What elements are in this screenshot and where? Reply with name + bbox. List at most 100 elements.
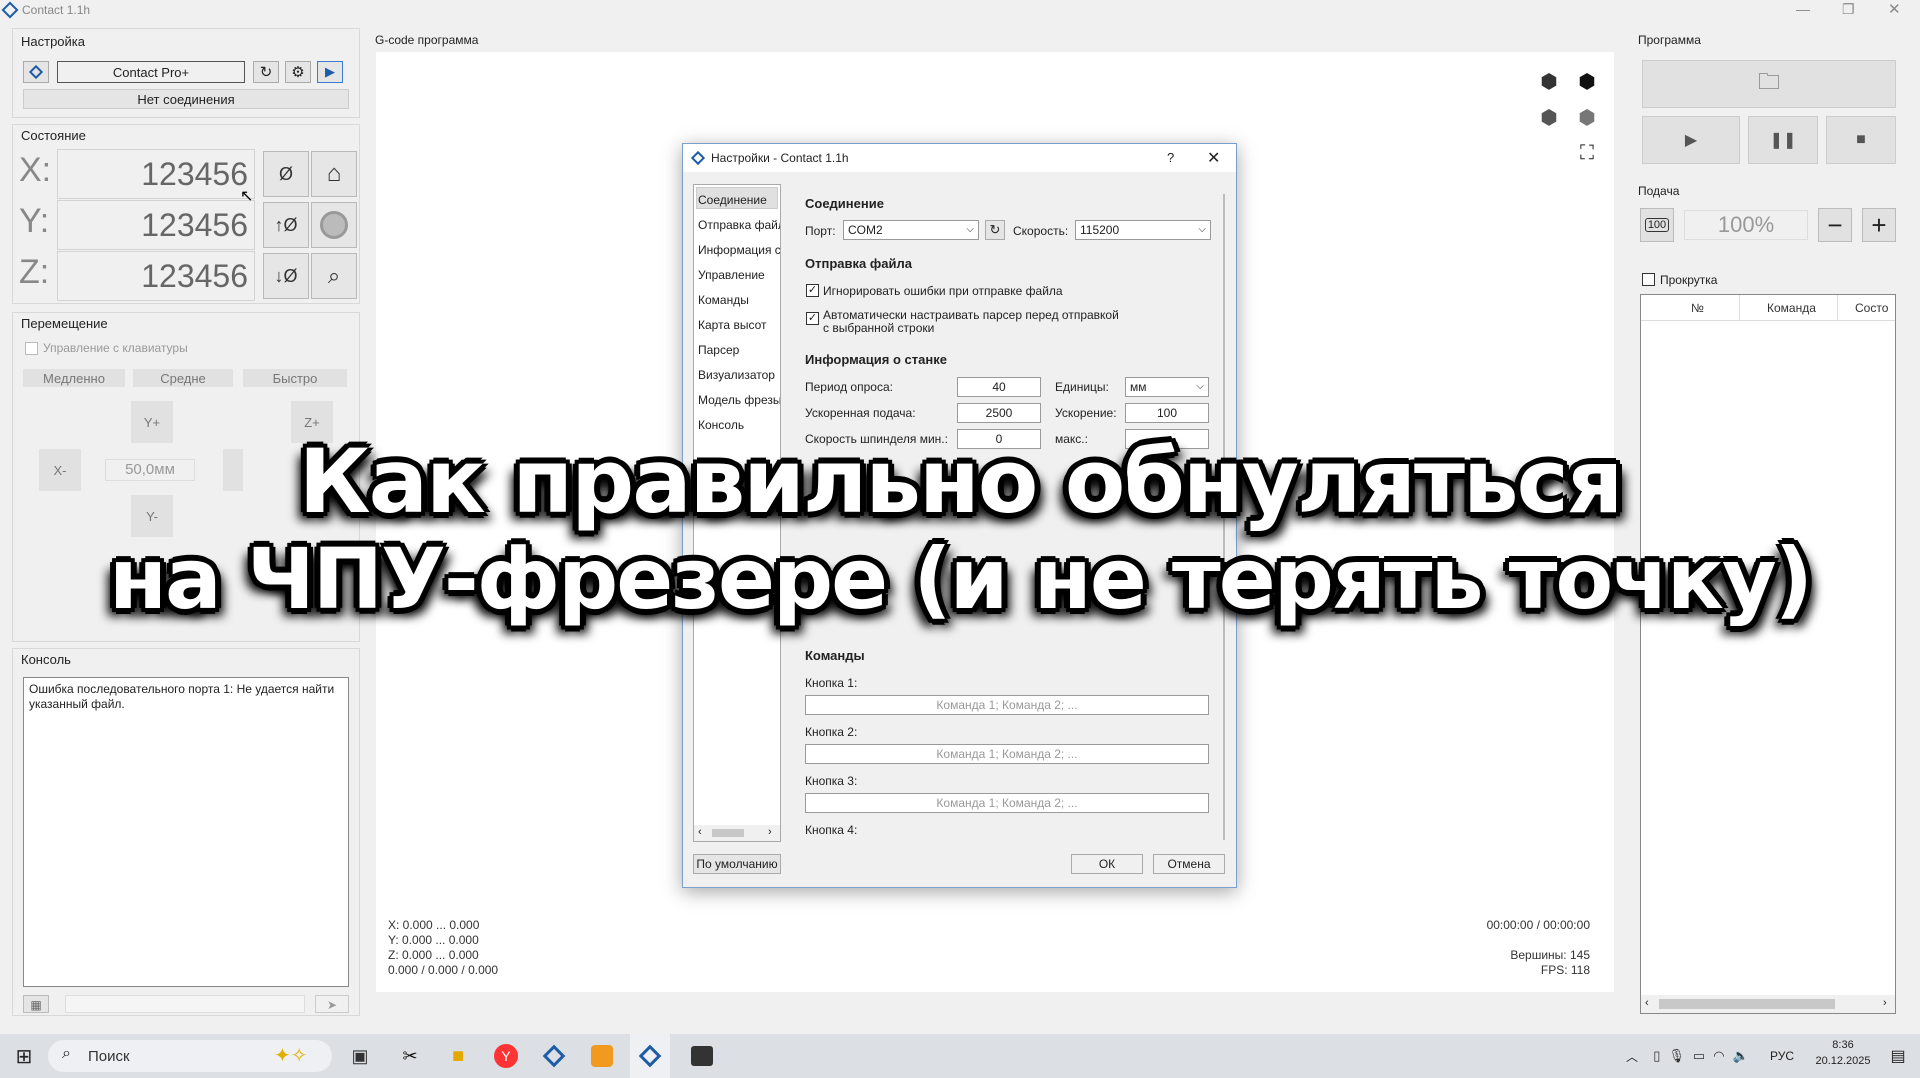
vertices-count: Вершины: 145 <box>1510 948 1590 962</box>
help-icon[interactable]: ? <box>1167 150 1174 165</box>
restore-icon[interactable]: ❐ <box>1842 1 1855 18</box>
refresh-button[interactable]: ↻ <box>253 61 279 83</box>
clear-console-button[interactable]: ▦ <box>23 995 49 1013</box>
phone-icon[interactable]: ▯ <box>1653 1048 1660 1064</box>
close-window-icon[interactable]: ✕ <box>1888 0 1901 18</box>
feed-increase-button[interactable]: + <box>1862 208 1896 242</box>
nav-item-commands[interactable]: Команды <box>698 293 780 307</box>
poll-input[interactable]: 40 <box>957 377 1041 397</box>
speed-select[interactable]: 115200 ⌵ <box>1075 220 1211 240</box>
microphone-icon[interactable]: 🎙 <box>1668 1048 1685 1064</box>
column-state[interactable]: Состо <box>1855 301 1888 315</box>
units-value: мм <box>1130 380 1147 394</box>
button-3-label: Кнопка 3: <box>805 774 858 788</box>
task-view-button[interactable]: ▣ <box>340 1034 380 1078</box>
ok-button[interactable]: ОК <box>1071 854 1143 874</box>
notifications-button[interactable]: ▤ <box>1882 1034 1914 1078</box>
view-iso-button[interactable]: ⬢ <box>1534 66 1564 96</box>
home-button[interactable]: ⌂ <box>311 151 357 197</box>
stop-program-button[interactable]: ■ <box>1826 116 1896 164</box>
scroll-left-icon[interactable]: ‹ <box>1645 997 1649 1009</box>
scroll-left-icon[interactable]: ‹ <box>698 826 702 838</box>
fast-button[interactable]: Быстро <box>243 369 347 387</box>
cube-icon: ⬢ <box>1540 106 1558 129</box>
units-select[interactable]: мм ⌵ <box>1125 377 1209 397</box>
scroll-right-icon[interactable]: › <box>1883 997 1887 1009</box>
refresh-icon: ↻ <box>989 222 1001 237</box>
nav-scrollbar[interactable]: ‹ › <box>694 825 780 841</box>
zero-y-button[interactable]: ↑Ø <box>263 202 309 248</box>
auto-parser-checkbox[interactable]: ✓ <box>806 312 819 325</box>
tray-chevron[interactable]: ︿ <box>1620 1034 1644 1078</box>
windows-icon: ⊞ <box>15 1045 33 1068</box>
stop-button[interactable] <box>311 202 357 248</box>
program-title: Программа <box>1638 33 1701 47</box>
view-left-button[interactable]: ⬢ <box>1572 102 1602 132</box>
contact-logo-icon <box>28 64 44 80</box>
port-select[interactable]: COM2 ⌵ <box>843 220 979 240</box>
scroll-right-icon[interactable]: › <box>768 826 772 838</box>
pause-button[interactable]: ❚❚ <box>1748 116 1818 164</box>
zero-x-button[interactable]: Ø <box>263 151 309 197</box>
button-1-input[interactable]: Команда 1; Команда 2; ... <box>805 695 1209 715</box>
feed-decrease-button[interactable]: − <box>1818 208 1852 242</box>
refresh-ports-button[interactable]: ↻ <box>985 220 1005 240</box>
command-input[interactable] <box>65 995 305 1013</box>
column-command[interactable]: Команда <box>1767 301 1816 315</box>
taskbar-search[interactable]: ⌕ Поиск ✦✧ <box>48 1040 332 1072</box>
app-contact-1[interactable] <box>534 1034 574 1078</box>
clock[interactable]: 8:36 20.12.2025 <box>1806 1039 1880 1075</box>
button-2-input[interactable]: Команда 1; Команда 2; ... <box>805 744 1209 764</box>
plus-icon: + <box>1871 209 1887 240</box>
view-front-button[interactable]: ⬢ <box>1534 102 1564 132</box>
app-capcut[interactable]: ✂ <box>390 1034 430 1078</box>
slow-button[interactable]: Медленно <box>23 369 125 387</box>
nav-item-tool-model[interactable]: Модель фрезы <box>698 393 780 407</box>
view-top-button[interactable]: ⬢ <box>1572 66 1602 96</box>
volume-icon[interactable]: 🔈 <box>1733 1048 1749 1064</box>
nav-item-parser[interactable]: Парсер <box>698 343 780 357</box>
rapid-input[interactable]: 2500 <box>957 403 1041 423</box>
medium-button[interactable]: Средне <box>133 369 233 387</box>
open-file-button[interactable]: 🗀 <box>1642 60 1896 108</box>
button-3-input[interactable]: Команда 1; Команда 2; ... <box>805 793 1209 813</box>
logo-button[interactable] <box>23 61 49 83</box>
send-command-button[interactable]: ➤ <box>315 995 349 1013</box>
fit-view-button[interactable]: ⛶ <box>1572 138 1602 168</box>
app-explorer[interactable]: ■ <box>438 1034 478 1078</box>
minimize-icon[interactable]: — <box>1796 1 1810 17</box>
probe-button[interactable]: ⌕ <box>311 253 357 299</box>
language-indicator[interactable]: РУС <box>1764 1034 1800 1078</box>
accel-input[interactable]: 100 <box>1125 403 1209 423</box>
ignore-errors-checkbox[interactable]: ✓ <box>806 284 819 297</box>
battery-icon[interactable]: ▭ <box>1693 1048 1705 1064</box>
app-yandex[interactable]: Y <box>486 1034 526 1078</box>
feed-reset-button[interactable]: 100 <box>1640 208 1674 242</box>
nav-item-visualizer[interactable]: Визуализатор <box>698 368 780 382</box>
refresh-icon: ↻ <box>259 64 273 81</box>
play-button[interactable]: ▶ <box>1642 116 1740 164</box>
button-4-label: Кнопка 4: <box>805 823 858 837</box>
table-scrollbar[interactable]: ‹ › <box>1641 995 1895 1013</box>
app-terminal[interactable] <box>682 1034 722 1078</box>
wifi-icon[interactable]: ◠ <box>1713 1048 1724 1064</box>
scroll-checkbox[interactable] <box>1642 273 1655 286</box>
nav-item-heightmap[interactable]: Карта высот <box>698 318 780 332</box>
cancel-button[interactable]: Отмена <box>1153 854 1225 874</box>
nav-item-send-file[interactable]: Отправка файл <box>698 218 780 232</box>
app-orange[interactable] <box>582 1034 622 1078</box>
app-contact-2[interactable] <box>630 1034 670 1078</box>
next-button[interactable]: ▶ <box>317 61 343 83</box>
column-number[interactable]: № <box>1691 301 1704 315</box>
nav-item-connection[interactable]: Соединение <box>698 193 780 207</box>
folder-icon: ■ <box>451 1044 465 1067</box>
nav-item-control[interactable]: Управление <box>698 268 780 282</box>
start-button[interactable]: ⊞ <box>6 1034 42 1078</box>
keyboard-checkbox[interactable] <box>25 342 38 355</box>
nav-item-machine-info[interactable]: Информация с <box>698 243 780 257</box>
device-button[interactable]: Contact Pro+ <box>57 61 245 83</box>
settings-button[interactable]: ⚙ <box>285 61 311 83</box>
close-dialog-icon[interactable]: ✕ <box>1207 148 1220 168</box>
zero-z-button[interactable]: ↓Ø <box>263 253 309 299</box>
defaults-button[interactable]: По умолчанию <box>693 854 781 874</box>
